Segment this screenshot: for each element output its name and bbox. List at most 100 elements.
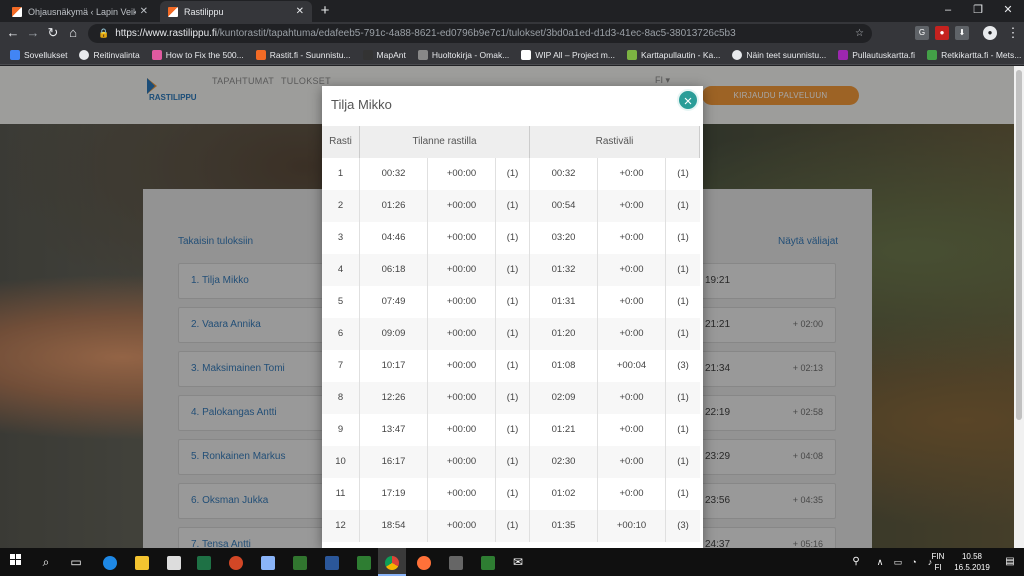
mail-icon[interactable]: ✉ bbox=[504, 548, 532, 576]
cell-vali-rank: (3) bbox=[677, 360, 689, 371]
maximize-button[interactable]: ❐ bbox=[963, 0, 993, 20]
cell-tilanne-time: 01:26 bbox=[360, 190, 428, 222]
cell-rasti: 7 bbox=[322, 350, 360, 382]
cell-vali-diff: +0:00 bbox=[598, 414, 666, 446]
edge-icon[interactable] bbox=[96, 548, 124, 576]
forward-icon[interactable]: → bbox=[24, 24, 42, 42]
bookmark-item[interactable]: MapAnt bbox=[362, 49, 406, 60]
bookmark-item[interactable]: Huoltokirja - Omak... bbox=[417, 49, 509, 60]
cell-vali-time: 02:30 bbox=[530, 446, 598, 478]
bookmark-item[interactable]: Karttapullautin - Ka... bbox=[626, 49, 720, 60]
tab-ohjausnakyma[interactable]: Ohjausnäkymä ‹ Lapin Veikot su ✕ bbox=[4, 1, 156, 22]
cell-tilanne-diff: +00:00 bbox=[428, 446, 496, 478]
modal-close-button[interactable]: × bbox=[677, 89, 699, 111]
split-row: 8 12:26 +00:00 (1) 02:09 +0:00 (1) bbox=[322, 382, 700, 414]
bookmark-item[interactable]: Sovellukset bbox=[10, 49, 67, 60]
windows-start-icon[interactable] bbox=[2, 548, 30, 576]
menu-icon[interactable]: ⋮ bbox=[1004, 24, 1022, 42]
extension-icon[interactable]: ● bbox=[935, 26, 949, 40]
bookmark-item[interactable]: Reitinvalinta bbox=[79, 49, 140, 60]
cell-vali-diff: +0:00 bbox=[598, 286, 666, 318]
cell-tilanne-diff: +00:00 bbox=[428, 318, 496, 350]
cell-tilanne-rank: (1) bbox=[496, 382, 530, 414]
new-tab-button[interactable]: + bbox=[316, 2, 334, 19]
cell-vali-rank: (1) bbox=[677, 392, 689, 403]
bookmark-item[interactable]: Retkikartta.fi - Mets... bbox=[927, 49, 1021, 60]
excel-icon[interactable] bbox=[190, 548, 218, 576]
header-rasti: Rasti bbox=[322, 126, 360, 158]
scrollbar-thumb[interactable] bbox=[1016, 70, 1022, 420]
bookmark-star-icon[interactable]: ☆ bbox=[855, 28, 864, 39]
bookmark-item[interactable]: How to Fix the 500... bbox=[151, 49, 244, 60]
word-icon[interactable] bbox=[318, 548, 346, 576]
powerpoint-icon[interactable] bbox=[222, 548, 250, 576]
tab-rastilippu[interactable]: Rastilippu ✕ bbox=[160, 1, 312, 22]
bookmark-item[interactable]: Näin teet suunnistu... bbox=[732, 49, 826, 60]
cell-tilanne-diff: +00:00 bbox=[428, 382, 496, 414]
cell-vali-rank: (1) bbox=[677, 488, 689, 499]
windows-taskbar: ⌕ ▭ ✉ ⚲ ∧ ▭ ◔ ♪ FIN FI 10.58 16.5.2019 ▤ bbox=[0, 548, 1024, 576]
app-icon[interactable] bbox=[474, 548, 502, 576]
split-row: 3 04:46 +00:00 (1) 03:20 +0:00 (1) bbox=[322, 222, 700, 254]
tab-strip: Ohjausnäkymä ‹ Lapin Veikot su ✕ Rastili… bbox=[0, 0, 1024, 22]
firefox-icon[interactable] bbox=[410, 548, 438, 576]
cell-vali-time: 00:32 bbox=[530, 158, 598, 190]
cell-rasti: 9 bbox=[322, 414, 360, 446]
bookmark-item[interactable]: Rastit.fi - Suunnistu... bbox=[255, 49, 351, 60]
split-row: 1 00:32 +00:00 (1) 00:32 +0:00 (1) bbox=[322, 158, 700, 190]
cell-tilanne-rank: (1) bbox=[496, 510, 530, 542]
file-explorer-icon[interactable] bbox=[128, 548, 156, 576]
cell-vali-time: 01:08 bbox=[530, 350, 598, 382]
address-bar[interactable]: 🔒 https://www.rastilippu.fi/kuntorastit/… bbox=[88, 24, 872, 43]
split-row: 6 09:09 +00:00 (1) 01:20 +0:00 (1) bbox=[322, 318, 700, 350]
bookmark-item[interactable]: Pullautuskartta.fi bbox=[838, 49, 915, 60]
search-icon[interactable]: ⌕ bbox=[32, 548, 60, 576]
app-icon[interactable] bbox=[350, 548, 378, 576]
app-icon[interactable] bbox=[442, 548, 470, 576]
cell-tilanne-diff: +00:00 bbox=[428, 510, 496, 542]
extension-icon[interactable]: ⬇ bbox=[955, 26, 969, 40]
cell-tilanne-rank: (1) bbox=[496, 478, 530, 510]
project-icon[interactable] bbox=[286, 548, 314, 576]
store-icon[interactable] bbox=[160, 548, 188, 576]
extension-icon[interactable]: G bbox=[915, 26, 929, 40]
cell-vali-diff: +0:00 bbox=[598, 190, 666, 222]
cell-tilanne-time: 04:46 bbox=[360, 222, 428, 254]
cell-vali-diff: +0:00 bbox=[598, 222, 666, 254]
url-host: https://www.rastilippu.fi bbox=[115, 28, 217, 39]
close-tab-icon[interactable]: ✕ bbox=[140, 6, 148, 17]
notifications-icon[interactable]: ▤ bbox=[996, 548, 1024, 576]
minimize-button[interactable]: – bbox=[933, 0, 963, 20]
split-row: 4 06:18 +00:00 (1) 01:32 +0:00 (1) bbox=[322, 254, 700, 286]
cell-tilanne-rank: (1) bbox=[496, 222, 530, 254]
system-clock[interactable]: 10.58 16.5.2019 bbox=[950, 551, 994, 573]
cell-vali-time: 01:35 bbox=[530, 510, 598, 542]
cell-rasti: 6 bbox=[322, 318, 360, 350]
input-language[interactable]: FIN FI bbox=[928, 551, 948, 573]
splits-modal: Tilja Mikko × Rasti Tilanne rastilla Ras… bbox=[322, 86, 703, 548]
cell-vali-diff: +00:04 bbox=[598, 350, 666, 382]
back-icon[interactable]: ← bbox=[4, 24, 22, 42]
header-tilanne: Tilanne rastilla bbox=[360, 126, 530, 158]
chrome-icon[interactable] bbox=[378, 548, 406, 576]
cell-vali-rank: (1) bbox=[677, 200, 689, 211]
close-tab-icon[interactable]: ✕ bbox=[296, 6, 304, 17]
cell-tilanne-time: 06:18 bbox=[360, 254, 428, 286]
bookmark-item[interactable]: WIP All – Project m... bbox=[521, 49, 615, 60]
app-icon[interactable] bbox=[254, 548, 282, 576]
favicon-icon bbox=[12, 6, 22, 17]
cell-rasti: 1 bbox=[322, 158, 360, 190]
close-window-button[interactable]: ✕ bbox=[993, 0, 1023, 20]
profile-icon[interactable]: ● bbox=[983, 26, 997, 40]
cell-vali-rank: (1) bbox=[677, 232, 689, 243]
cell-rasti: 10 bbox=[322, 446, 360, 478]
task-view-icon[interactable]: ▭ bbox=[62, 548, 90, 576]
home-icon[interactable]: ⌂ bbox=[64, 24, 82, 42]
cell-tilanne-rank: (1) bbox=[496, 286, 530, 318]
cell-tilanne-rank: (1) bbox=[496, 158, 530, 190]
split-row: 12 18:54 +00:00 (1) 01:35 +00:10 (3) bbox=[322, 510, 700, 542]
cell-vali-time: 01:21 bbox=[530, 414, 598, 446]
reload-icon[interactable]: ↻ bbox=[44, 24, 62, 42]
cell-tilanne-rank: (1) bbox=[496, 254, 530, 286]
cell-vali-diff: +0:00 bbox=[598, 478, 666, 510]
